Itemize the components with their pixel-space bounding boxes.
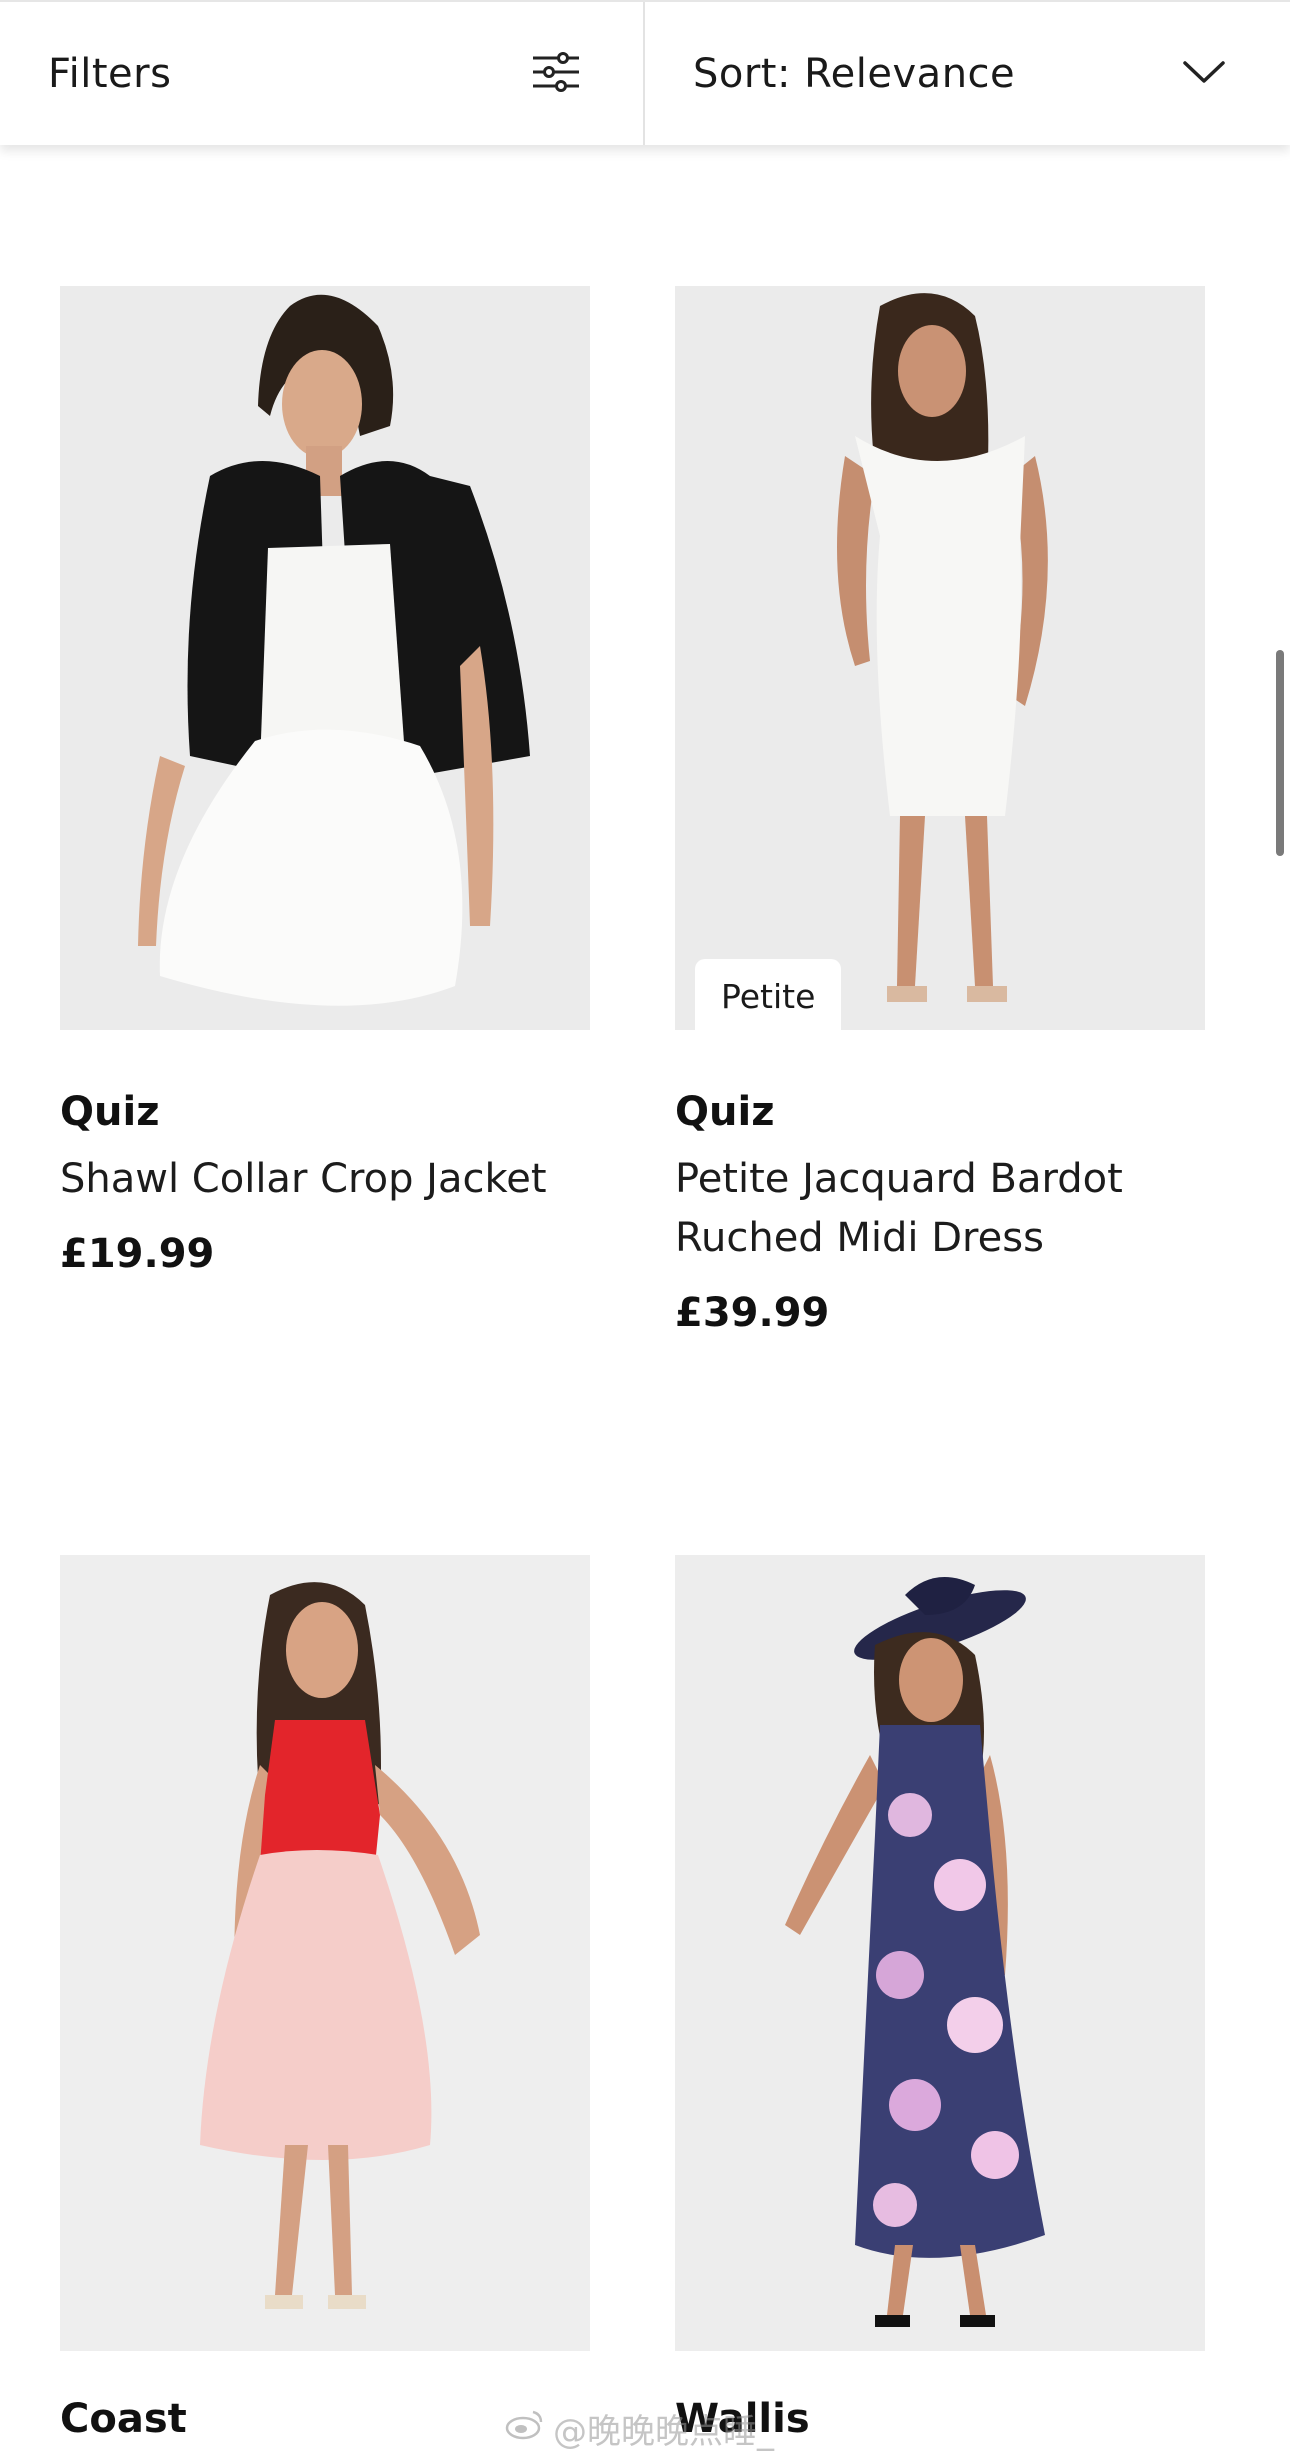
- product-image[interactable]: [60, 1555, 590, 2351]
- weibo-icon: [505, 2408, 545, 2449]
- product-card[interactable]: Petite Quiz Petite Jacquard Bardot Ruche…: [675, 286, 1205, 1336]
- watermark-text: @晚晚晚点睡_: [553, 2412, 774, 2452]
- chevron-down-icon: [1182, 59, 1226, 89]
- product-price: £19.99: [60, 1231, 215, 1277]
- filter-sort-toolbar: Filters Sort: Relevance: [0, 0, 1290, 145]
- watermark: @晚晚晚点睡_: [505, 2404, 774, 2453]
- product-image[interactable]: [675, 1555, 1205, 2351]
- product-card[interactable]: Wallis: [675, 1555, 1205, 2443]
- product-brand: Quiz: [675, 1089, 775, 1135]
- product-price: £39.99: [675, 1290, 830, 1336]
- product-card[interactable]: Quiz Shawl Collar Crop Jacket £19.99: [60, 286, 590, 1277]
- product-card[interactable]: Coast: [60, 1555, 590, 2443]
- product-name[interactable]: Petite Jacquard Bardot Ruched Midi Dress: [675, 1150, 1205, 1268]
- product-image[interactable]: Petite: [675, 286, 1205, 1030]
- product-image[interactable]: [60, 286, 590, 1030]
- filters-label: Filters: [48, 50, 172, 97]
- product-name[interactable]: Shawl Collar Crop Jacket: [60, 1150, 590, 1209]
- sort-dropdown[interactable]: Sort: Relevance: [645, 2, 1290, 145]
- filters-button[interactable]: Filters: [0, 2, 645, 145]
- scrollbar[interactable]: [1276, 650, 1284, 856]
- petite-badge: Petite: [695, 959, 842, 1030]
- sort-label: Sort: Relevance: [693, 50, 1016, 97]
- sliders-icon: [531, 50, 581, 98]
- product-brand: Quiz: [60, 1089, 160, 1135]
